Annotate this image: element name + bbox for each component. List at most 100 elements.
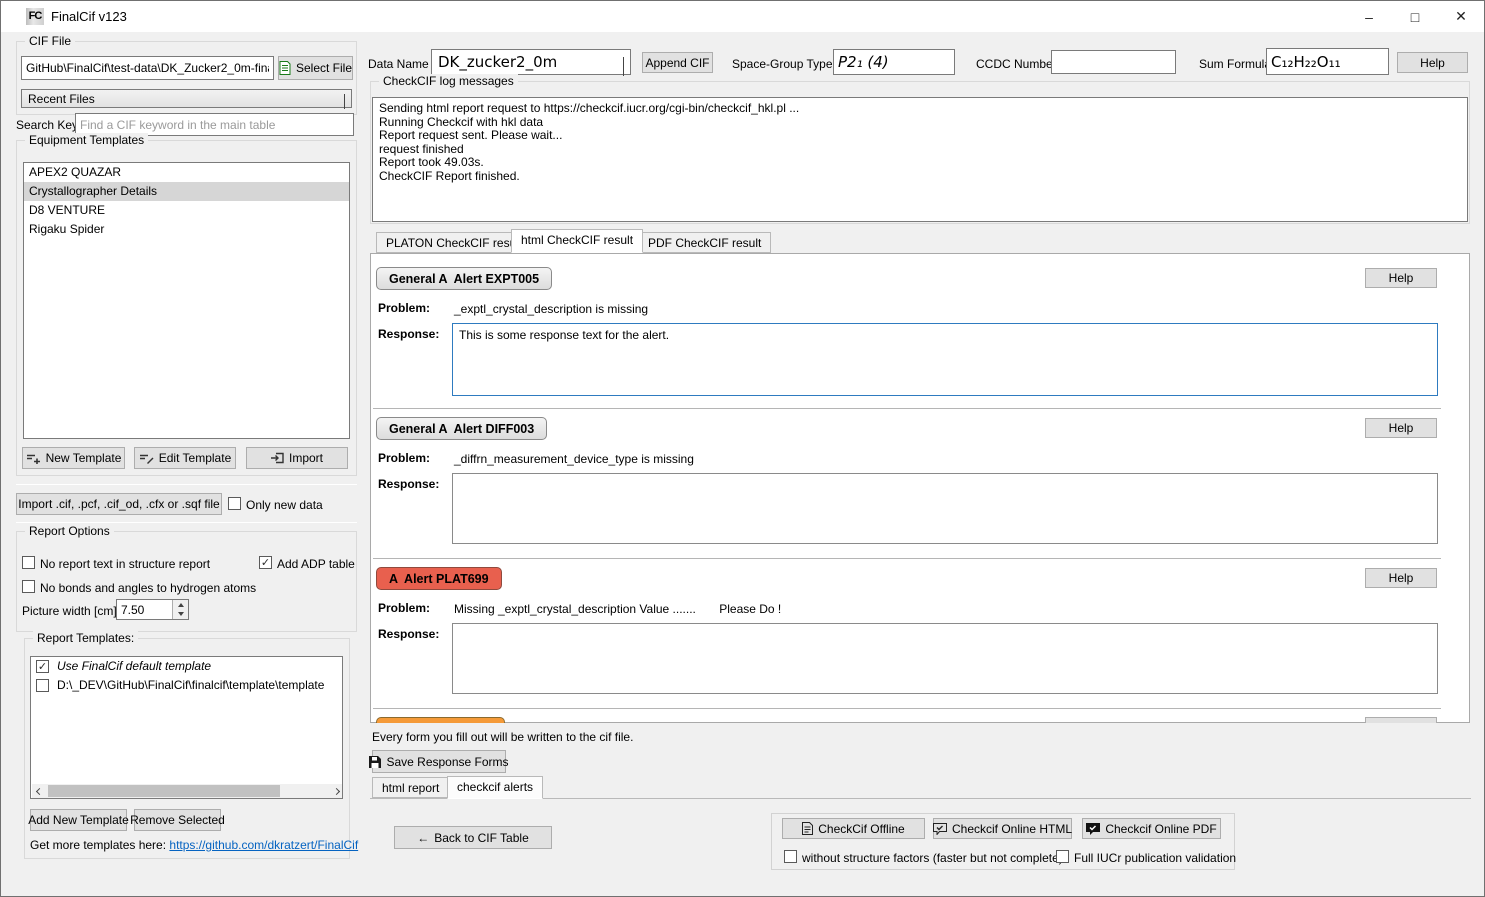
remove-selected-button[interactable]: Remove Selected [134,809,221,831]
list-item-equipment[interactable]: D8 VENTURE [24,201,349,220]
list-item-default-template[interactable]: ✓ Use FinalCif default template [31,657,342,676]
check-icon: ✓ [38,661,47,673]
alert-badge-expt005[interactable]: General A Alert EXPT005 [376,267,552,290]
scrollbar-thumb[interactable] [48,785,280,797]
response-textarea[interactable] [452,623,1438,694]
default-template-checkbox[interactable]: ✓ [36,660,49,673]
divider [16,484,357,485]
problem-text: _diffrn_measurement_device_type is missi… [454,452,694,466]
help-label: Help [1389,271,1414,285]
problem-text: _exptl_crystal_description is missing [454,302,648,316]
github-link[interactable]: https://github.com/dkratzert/FinalCif [169,838,358,852]
tab-pdf-checkcif[interactable]: PDF CheckCIF result [638,232,771,253]
select-file-label: Select File [296,61,352,75]
log-line: CheckCIF Report finished. [379,170,1461,184]
without-structure-factors-checkbox[interactable] [784,850,797,863]
check-icon: ✓ [261,557,270,569]
spin-down-icon[interactable] [173,610,188,620]
maximize-button[interactable]: □ [1392,1,1438,32]
log-line: Report request sent. Please wait... [379,129,1461,143]
import-template-button[interactable]: Import [246,447,348,469]
bubble-check-filled-icon [1086,823,1100,835]
spin-up-icon[interactable] [173,600,188,610]
more-templates-label: Get more templates here: [30,838,166,852]
checkcif-online-html-button[interactable]: Checkcif Online HTML [933,818,1072,839]
edit-template-button[interactable]: Edit Template [134,447,236,469]
import-label: Import [289,451,323,465]
log-line: Running Checkcif with hkl data [379,116,1461,130]
custom-template-label: D:\_DEV\GitHub\FinalCif\finalcif\templat… [57,678,324,692]
edit-template-label: Edit Template [159,451,232,465]
data-name-value: DK_zucker2_0m [438,53,557,71]
checkcif-log-group-label: CheckCIF log messages [379,74,518,88]
save-response-forms-button[interactable]: Save Response Forms [372,750,506,773]
close-button[interactable]: ✕ [1438,1,1484,32]
list-item-custom-template[interactable]: D:\_DEV\GitHub\FinalCif\finalcif\templat… [31,676,342,695]
response-textarea[interactable] [452,473,1438,544]
app-window: FC FinalCif v123 – □ ✕ CIF File Select F… [0,0,1485,897]
alert-help-button-partial[interactable] [1365,717,1437,723]
import-cif-files-button[interactable]: Import .cif, .pcf, .cif_od, .cfx or .sqf… [16,493,222,515]
recent-files-dropdown[interactable]: Recent Files [21,89,352,108]
append-cif-button[interactable]: Append CIF [642,52,713,73]
new-template-label: New Template [46,451,122,465]
space-group-input[interactable] [833,49,955,75]
alert-block: General A Alert DIFF003 Help Problem: _d… [371,404,1444,554]
add-adp-table-checkbox[interactable]: ✓ [259,556,272,569]
picture-width-spin-buttons[interactable] [172,600,188,619]
report-templates-list: ✓ Use FinalCif default template D:\_DEV\… [30,656,343,799]
response-textarea[interactable]: This is some response text for the alert… [452,323,1438,396]
tab-checkcif-alerts[interactable]: checkcif alerts [447,776,543,799]
alert-badge-diff003[interactable]: General A Alert DIFF003 [376,417,547,440]
tab-html-checkcif[interactable]: html CheckCIF result [511,229,643,253]
title-bar: FC FinalCif v123 – □ ✕ [1,1,1484,32]
checkcif-online-html-label: Checkcif Online HTML [952,822,1072,836]
sum-formula-input[interactable] [1266,48,1389,75]
scroll-left-icon[interactable] [32,784,46,798]
alert-divider [373,708,1441,709]
ccdc-number-input[interactable] [1051,50,1176,74]
help-label: Help [1389,571,1414,585]
back-to-cif-table-button[interactable]: ← Back to CIF Table [394,826,552,849]
full-iucr-validation-checkbox[interactable] [1056,850,1069,863]
recent-files-label: Recent Files [28,92,95,106]
tab-platon-checkcif[interactable]: PLATON CheckCIF result [376,232,532,253]
alert-help-button[interactable]: Help [1365,418,1437,438]
list-item-equipment-selected[interactable]: Crystallographer Details [24,182,349,201]
response-label: Response: [378,327,439,341]
alert-badge-partial[interactable] [376,717,505,723]
only-new-data-checkbox[interactable] [228,497,241,510]
no-hydrogen-checkbox[interactable] [22,580,35,593]
list-item-equipment[interactable]: APEX2 QUAZAR [24,163,349,182]
checkcif-log-output[interactable]: Sending html report request to https://c… [372,97,1468,222]
divider [16,522,357,523]
help-button[interactable]: Help [1397,52,1468,73]
default-template-label: Use FinalCif default template [57,659,211,673]
list-item-equipment[interactable]: Rigaku Spider [24,220,349,239]
space-group-label: Space-Group Type [732,57,833,71]
checkcif-online-pdf-label: Checkcif Online PDF [1105,822,1216,836]
data-name-dropdown[interactable]: DK_zucker2_0m [431,49,631,75]
alert-help-button[interactable]: Help [1365,268,1437,288]
select-file-button[interactable]: Select File [278,56,353,80]
custom-template-checkbox[interactable] [36,679,49,692]
chevron-down-icon [623,57,624,75]
log-line: request finished [379,143,1461,157]
no-report-text-checkbox[interactable] [22,556,35,569]
alert-badge-plat699[interactable]: A Alert PLAT699 [376,567,502,590]
add-adp-table-label: Add ADP table [277,557,355,571]
tab-html-report[interactable]: html report [372,777,449,798]
checkcif-online-pdf-button[interactable]: Checkcif Online PDF [1082,818,1221,839]
scroll-right-icon[interactable] [329,784,343,798]
checkcif-offline-button[interactable]: CheckCif Offline [782,818,925,839]
cif-file-path-input[interactable] [21,56,274,80]
add-new-template-button[interactable]: Add New Template [30,809,127,831]
minimize-button[interactable]: – [1346,1,1392,32]
data-name-label: Data Name [368,57,429,71]
new-template-button[interactable]: New Template [22,447,125,469]
alert-help-button[interactable]: Help [1365,568,1437,588]
horizontal-scrollbar[interactable] [32,784,343,798]
equipment-templates-list: APEX2 QUAZAR Crystallographer Details D8… [23,162,350,439]
document-icon [802,822,813,835]
problem-label: Problem: [378,301,430,315]
